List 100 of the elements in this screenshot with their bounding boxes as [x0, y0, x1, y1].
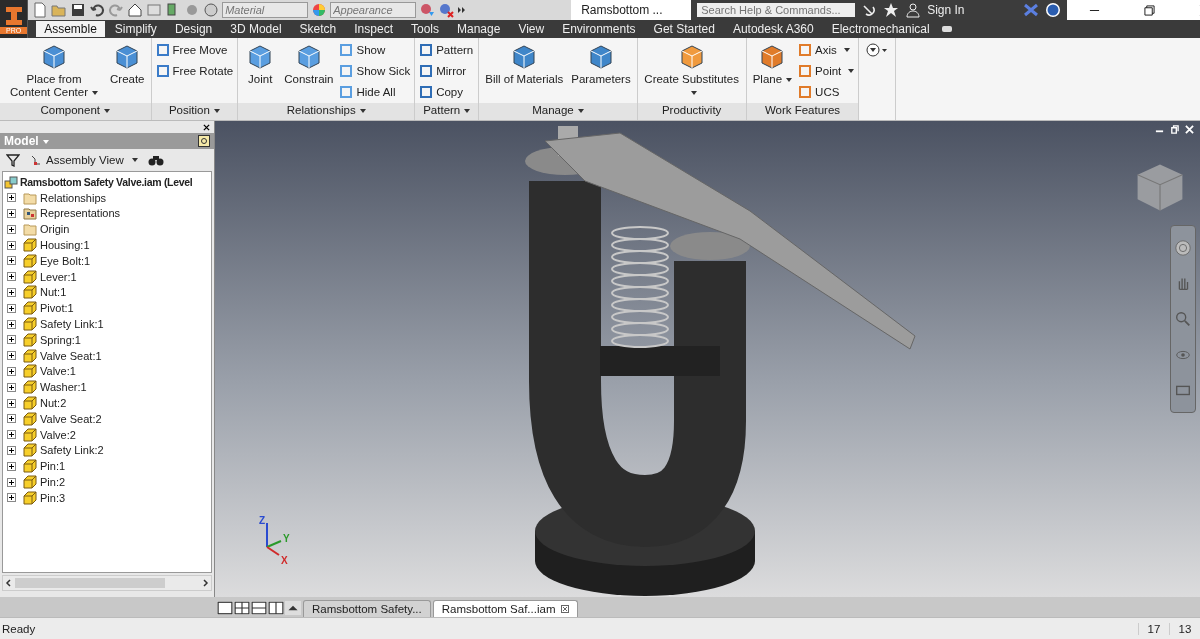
tree-item[interactable]: Safety Link:2 [3, 442, 211, 459]
tree-item[interactable]: Safety Link:1 [3, 316, 211, 332]
expand-toggle-icon[interactable] [7, 287, 16, 297]
expand-toggle-icon[interactable] [7, 445, 16, 455]
ribbon-tool-button[interactable]: Parameters [569, 41, 633, 86]
ribbon-tab[interactable]: Simplify [106, 21, 165, 37]
expand-toggle-icon[interactable] [7, 493, 16, 503]
tile-vertical-icon[interactable] [268, 601, 284, 615]
texture-sphere-icon[interactable] [203, 2, 220, 18]
ribbon-tab[interactable]: View [510, 21, 553, 37]
tree-item[interactable]: Spring:1 [3, 331, 211, 348]
appearance-field[interactable]: Appearance [330, 2, 417, 18]
ribbon-tool-button[interactable]: Point [798, 62, 855, 80]
expand-toggle-icon[interactable] [7, 319, 16, 329]
ribbon-tool-button[interactable]: Free Move [155, 41, 234, 59]
panel-title[interactable]: Pattern [415, 103, 479, 120]
ribbon-tool-button[interactable]: Show [339, 41, 411, 59]
tree-item[interactable]: Origin [3, 221, 211, 238]
arrange-icon[interactable] [285, 601, 301, 615]
close-icon[interactable] [203, 123, 210, 131]
expand-toggle-icon[interactable] [7, 461, 16, 471]
ribbon-tool-button[interactable]: Free Rotate [155, 62, 234, 80]
document-tab[interactable]: Ramsbottom Saf...iam [432, 600, 579, 617]
more-icon[interactable] [457, 5, 468, 15]
panel-title[interactable]: Component [0, 103, 151, 120]
material-field[interactable]: Material [222, 2, 309, 18]
tile-horizontal-icon[interactable] [251, 601, 267, 615]
expand-toggle-icon[interactable] [7, 335, 16, 345]
tree-item[interactable]: Lever:1 [3, 268, 211, 285]
tree-item[interactable]: Washer:1 [3, 379, 211, 396]
expand-toggle-icon[interactable] [7, 414, 16, 424]
expand-toggle-icon[interactable] [7, 209, 16, 218]
expand-toggle-icon[interactable] [7, 351, 16, 361]
clear-color-icon[interactable] [438, 2, 455, 18]
expand-toggle-icon[interactable] [7, 240, 16, 250]
ribbon-tool-button[interactable]: Hide All [339, 83, 411, 101]
ribbon-tool-button[interactable]: Place from Content Center [4, 41, 104, 99]
ribbon-tab[interactable]: Sketch [291, 21, 345, 37]
save-icon[interactable] [70, 2, 87, 18]
ribbon-tool-button[interactable]: Bill of Materials [483, 41, 566, 86]
3d-viewport[interactable]: Z Y X [215, 121, 1200, 597]
panel-title[interactable]: Position [151, 103, 238, 120]
expand-toggle-icon[interactable] [7, 303, 16, 313]
panel-title[interactable]: Manage [479, 103, 637, 120]
ribbon-tab[interactable]: Tools [403, 21, 447, 37]
panel-title[interactable]: Productivity [637, 103, 746, 120]
ribbon-tool-button[interactable]: Axis [798, 41, 855, 59]
scroll-left-icon[interactable] [5, 579, 13, 587]
ribbon-tool-button[interactable]: Mirror [419, 62, 474, 80]
expand-toggle-icon[interactable] [7, 477, 16, 487]
ribbon-tab[interactable]: Manage [449, 21, 509, 37]
ribbon-tool-button[interactable]: Copy [419, 83, 474, 101]
star-icon[interactable] [883, 2, 900, 18]
panel-title[interactable]: Work Features [746, 103, 859, 120]
restore-icon[interactable] [1144, 4, 1156, 16]
home-icon[interactable] [127, 2, 144, 18]
sign-in-link[interactable]: Sign In [927, 3, 1018, 17]
ribbon-tool-button[interactable]: Joint [242, 41, 279, 86]
ribbon-tab[interactable]: 3D Model [222, 21, 290, 37]
ribbon-tool-button[interactable]: Pattern [419, 41, 474, 59]
expand-toggle-icon[interactable] [7, 193, 16, 203]
expand-toggle-icon[interactable] [7, 272, 16, 282]
ribbon-tool-button[interactable]: Constrain [282, 41, 336, 86]
color-wheel-icon[interactable] [311, 2, 328, 18]
ribbon-tab[interactable]: Inspect [346, 21, 401, 37]
expand-toggle-icon[interactable] [7, 224, 16, 234]
expand-toggle-icon[interactable] [7, 256, 16, 266]
tree-item[interactable]: Pivot:1 [3, 300, 211, 317]
search-field[interactable]: Search Help & Commands... [697, 3, 856, 17]
expand-toggle-icon[interactable] [7, 430, 16, 440]
ribbon-tool-button[interactable]: Show Sick [339, 62, 411, 80]
tree-item[interactable]: Valve Seat:2 [3, 410, 211, 427]
tree-item[interactable]: Relationships [3, 189, 211, 206]
ribbon-tab[interactable]: Assemble [36, 21, 105, 37]
cascade-icon[interactable] [217, 601, 233, 615]
expand-toggle-icon[interactable] [7, 366, 16, 376]
ribbon-tool-button[interactable]: UCS [798, 83, 855, 101]
filter-icon[interactable] [6, 153, 20, 167]
ribbon-tab[interactable]: Electromechanical [823, 21, 938, 37]
tree-item[interactable]: Valve Seat:1 [3, 347, 211, 364]
new-file-icon[interactable] [32, 2, 49, 18]
ribbon-tab[interactable]: Environments [554, 21, 644, 37]
ribbon-tab[interactable]: Design [166, 21, 221, 37]
ribbon-tool-button[interactable]: Plane [750, 41, 795, 86]
expand-toggle-icon[interactable] [7, 382, 16, 392]
tree-item[interactable]: Ramsbottom Safety Valve.iam (Level [3, 174, 211, 190]
ribbon-tab[interactable]: Autodesk A360 [724, 21, 822, 37]
dropdown-menu-icon[interactable] [865, 42, 890, 58]
scroll-right-icon[interactable] [201, 579, 209, 587]
tree-item[interactable]: Valve:2 [3, 426, 211, 443]
tree-item[interactable]: Pin:3 [3, 489, 211, 506]
tree-item[interactable]: Housing:1 [3, 237, 211, 253]
tree-item[interactable]: Pin:1 [3, 458, 211, 475]
tree-item[interactable]: Valve:1 [3, 363, 211, 380]
tree-item[interactable]: Nut:2 [3, 395, 211, 411]
steering-wheel-icon[interactable] [1174, 238, 1192, 257]
undo-icon[interactable] [89, 2, 106, 18]
color-sphere-icon[interactable] [419, 2, 436, 18]
tree-item[interactable]: Eye Bolt:1 [3, 253, 211, 269]
ribbon-tab[interactable]: Get Started [645, 21, 723, 37]
